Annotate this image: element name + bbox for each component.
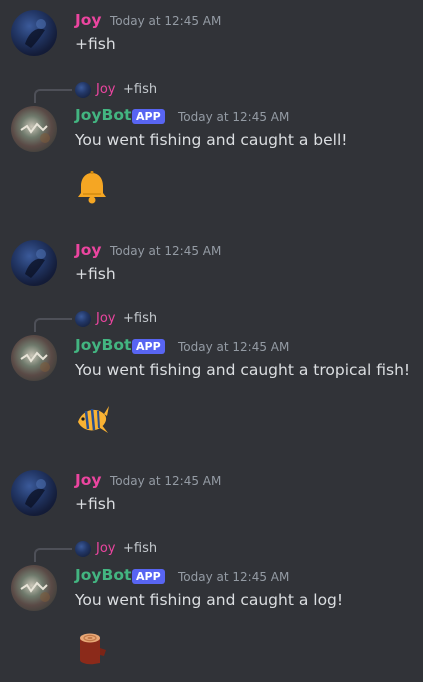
- message-text: +fish: [75, 495, 116, 513]
- app-badge: APP: [132, 109, 165, 124]
- app-badge: APP: [132, 339, 165, 354]
- avatar[interactable]: [11, 470, 57, 516]
- log-icon: [80, 633, 106, 665]
- avatar[interactable]: [11, 106, 57, 152]
- reply-preview[interactable]: +fish: [123, 541, 157, 556]
- reply-avatar[interactable]: [75, 541, 91, 557]
- reply-connector: [34, 89, 72, 103]
- author-name[interactable]: Joy: [75, 11, 102, 29]
- timestamp: Today at 12:45 AM: [178, 570, 290, 584]
- author-name[interactable]: JoyBot: [75, 336, 131, 354]
- reply-author[interactable]: Joy: [96, 82, 115, 97]
- avatar[interactable]: [11, 335, 57, 381]
- author-name[interactable]: JoyBot: [75, 106, 131, 124]
- timestamp: Today at 12:45 AM: [178, 340, 290, 354]
- message-text: You went fishing and caught a bell!: [75, 131, 348, 149]
- reply-avatar[interactable]: [75, 311, 91, 327]
- timestamp: Today at 12:45 AM: [110, 244, 222, 258]
- reply-connector: [34, 318, 72, 332]
- reply-avatar[interactable]: [75, 82, 91, 98]
- reply-author[interactable]: Joy: [96, 541, 115, 556]
- reply-author[interactable]: Joy: [96, 311, 115, 326]
- message-text: +fish: [75, 35, 116, 53]
- reply-preview[interactable]: +fish: [123, 311, 157, 326]
- timestamp: Today at 12:45 AM: [178, 110, 290, 124]
- tropical-fish-icon: [78, 406, 109, 433]
- author-name[interactable]: JoyBot: [75, 566, 131, 584]
- timestamp: Today at 12:45 AM: [110, 474, 222, 488]
- message-text: You went fishing and caught a tropical f…: [75, 361, 411, 379]
- author-name[interactable]: Joy: [75, 471, 102, 489]
- avatar[interactable]: [11, 10, 57, 56]
- app-badge: APP: [132, 569, 165, 584]
- message-text: You went fishing and caught a log!: [75, 591, 344, 609]
- author-name[interactable]: Joy: [75, 241, 102, 259]
- avatar[interactable]: [11, 240, 57, 286]
- timestamp: Today at 12:45 AM: [110, 14, 222, 28]
- reply-connector: [34, 548, 72, 562]
- bell-icon: [78, 171, 106, 204]
- avatar[interactable]: [11, 565, 57, 611]
- message-text: +fish: [75, 265, 116, 283]
- reply-preview[interactable]: +fish: [123, 82, 157, 97]
